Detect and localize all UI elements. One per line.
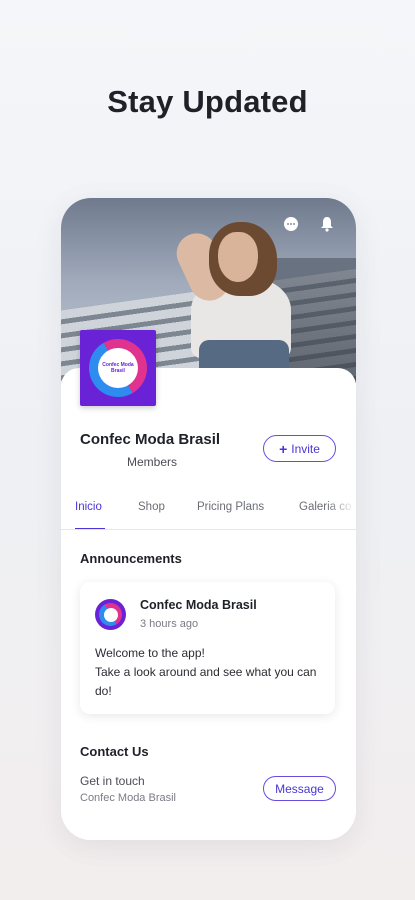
message-button[interactable]: Message bbox=[263, 776, 336, 801]
active-tab-indicator bbox=[75, 528, 105, 529]
announcements-title: Announcements bbox=[80, 551, 182, 566]
logo-text: Confec Moda Brasil bbox=[98, 348, 138, 388]
contact-name: Confec Moda Brasil bbox=[80, 792, 176, 804]
plus-icon: + bbox=[279, 440, 288, 457]
post-body-line1: Welcome to the app! bbox=[95, 646, 205, 660]
invite-label: Invite bbox=[291, 441, 320, 456]
members-link[interactable]: Members bbox=[127, 455, 177, 469]
site-card: Confec Moda Brasil Members + Invite Inic… bbox=[61, 368, 356, 840]
tab-bar: Inicio Shop Pricing Plans Galeria co bbox=[61, 496, 356, 530]
bell-icon[interactable] bbox=[317, 214, 337, 234]
tab-inicio[interactable]: Inicio bbox=[75, 501, 102, 513]
tab-pricing-plans[interactable]: Pricing Plans bbox=[197, 501, 264, 513]
promo-headline: Stay Updated bbox=[107, 84, 308, 119]
phone-frame: Confec Moda Brasil Confec Moda Brasil Me… bbox=[61, 198, 356, 840]
post-author: Confec Moda Brasil bbox=[140, 598, 257, 612]
site-logo: Confec Moda Brasil bbox=[80, 330, 156, 406]
avatar bbox=[95, 599, 126, 630]
announcement-post[interactable]: Confec Moda Brasil 3 hours ago Welcome t… bbox=[80, 582, 335, 714]
post-body: Welcome to the app! Take a look around a… bbox=[95, 644, 327, 701]
contact-title: Contact Us bbox=[80, 744, 149, 759]
site-name: Confec Moda Brasil bbox=[80, 431, 221, 448]
chat-icon[interactable] bbox=[281, 214, 301, 234]
invite-button[interactable]: + Invite bbox=[263, 435, 336, 462]
post-body-line2: Take a look around and see what you can … bbox=[95, 665, 317, 698]
post-timestamp: 3 hours ago bbox=[140, 618, 199, 630]
contact-subtitle: Get in touch bbox=[80, 774, 145, 788]
tab-shop[interactable]: Shop bbox=[138, 501, 165, 513]
